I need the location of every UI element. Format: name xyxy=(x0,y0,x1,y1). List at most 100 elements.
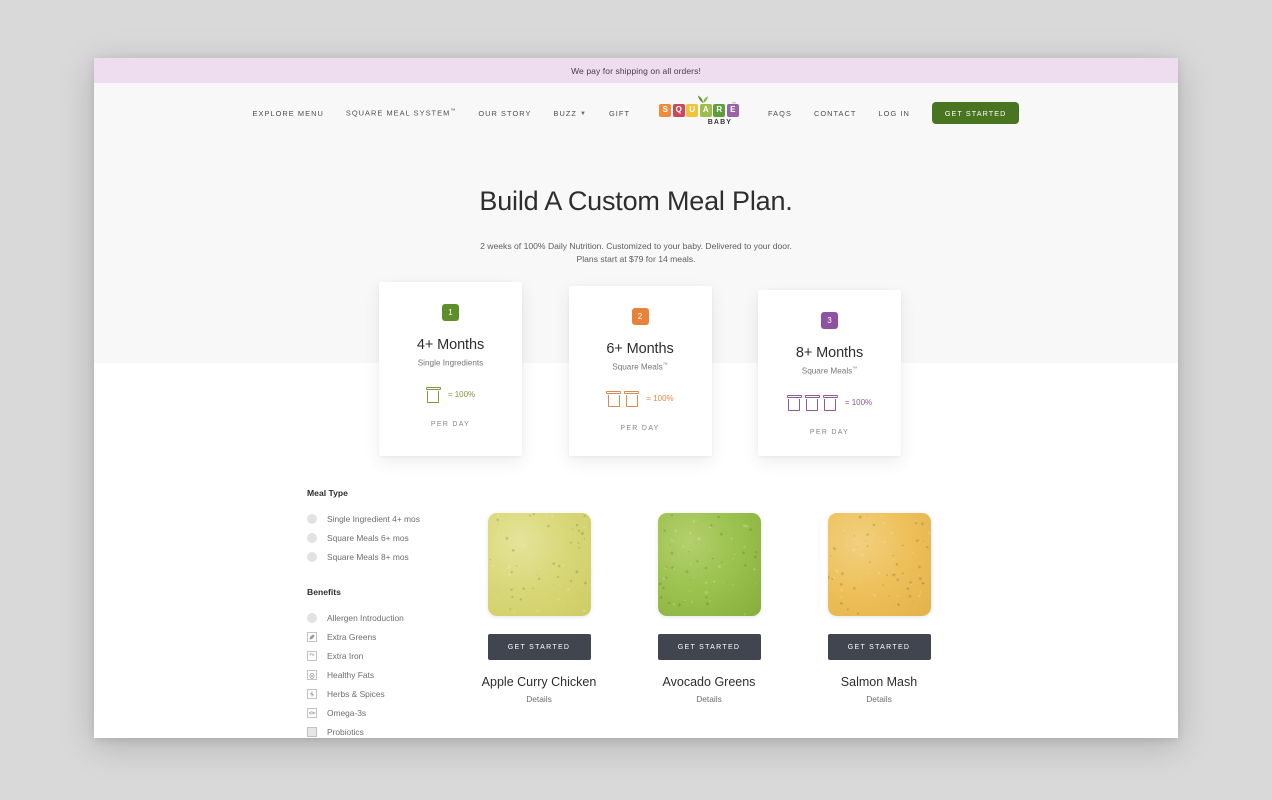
plan-card[interactable]: 2 6+ Months Square Meals™ = 100% PER DAY xyxy=(568,286,712,456)
filter-option-label: Herbs & Spices xyxy=(327,688,385,699)
nav-item-buzz[interactable]: BUZZ ▼ xyxy=(554,109,588,118)
product-get-started-button[interactable]: GET STARTED xyxy=(657,634,761,660)
hero-section: Build A Custom Meal Plan. 2 weeks of 100… xyxy=(94,143,1178,267)
nav-item-square-meal-system[interactable]: SQUARE MEAL SYSTEM™ xyxy=(346,108,457,117)
plan-card[interactable]: 1 4+ Months Single Ingredients = 100% PE… xyxy=(379,282,522,456)
filter-option-label: Square Meals 8+ mos xyxy=(327,551,409,562)
plan-subtitle: Single Ingredients xyxy=(389,358,512,368)
nav-item-label: EXPLORE MENU xyxy=(252,108,324,118)
filter-option-label: Extra Iron xyxy=(327,650,364,661)
logo-tile-q: Q xyxy=(672,104,685,117)
header-get-started-button[interactable]: GET STARTED xyxy=(931,102,1020,124)
meal-cup-icon xyxy=(822,394,838,411)
announcement-bar: We pay for shipping on all orders! xyxy=(94,58,1178,83)
sprout-icon xyxy=(698,95,709,103)
fish-icon[interactable] xyxy=(307,707,317,718)
product-image-apple-curry-chicken[interactable] xyxy=(487,513,591,616)
nav-item-label: SQUARE MEAL SYSTEM xyxy=(345,108,451,118)
plan-equals-label: = 100% xyxy=(844,398,873,408)
nav-item-contact[interactable]: CONTACT xyxy=(814,109,857,118)
meal-cup-icon xyxy=(606,390,622,407)
product-details-link[interactable]: Details xyxy=(526,694,552,704)
hero-subtitle-line-2: Plans start at $79 for 14 meals. xyxy=(576,254,696,265)
product-name: Apple Curry Chicken xyxy=(481,675,597,689)
plan-subtitle: Square Meals™ xyxy=(579,362,702,372)
filter-group-title: Meal Type xyxy=(307,488,348,498)
filter-option-label: Probiotics xyxy=(327,726,364,737)
product-image-salmon-mash[interactable] xyxy=(827,513,931,616)
filter-option-label: Square Meals 6+ mos xyxy=(327,532,409,543)
plan-cup-diagram: = 100% xyxy=(579,390,702,407)
hero-subtitle: 2 weeks of 100% Daily Nutrition. Customi… xyxy=(94,240,1178,267)
filter-option-label: Allergen Introduction xyxy=(327,612,404,623)
meal-cup-icon xyxy=(786,394,802,411)
filter-option-probiotics[interactable]: Probiotics xyxy=(307,722,497,738)
product-details-link[interactable]: Details xyxy=(866,694,892,704)
plan-equals-label: = 100% xyxy=(646,394,674,404)
product-get-started-button[interactable]: GET STARTED xyxy=(487,634,591,660)
product-image-texture xyxy=(827,513,931,616)
plan-per-day-label: PER DAY xyxy=(620,424,660,432)
product-card: GET STARTED Salmon Mash Details xyxy=(809,513,949,707)
logo-tile-u: U xyxy=(686,104,699,117)
chevron-down-icon: ▼ xyxy=(580,110,587,117)
radio-icon[interactable] xyxy=(307,513,317,524)
nav-item-explore-menu[interactable]: EXPLORE MENU xyxy=(253,109,324,118)
plan-title: 8+ Months xyxy=(795,345,864,361)
site-header: EXPLORE MENU SQUARE MEAL SYSTEM™ OUR STO… xyxy=(94,83,1178,143)
primary-navigation: EXPLORE MENU SQUARE MEAL SYSTEM™ OUR STO… xyxy=(253,108,631,117)
product-card: GET STARTED Avocado Greens Details xyxy=(639,513,779,707)
plan-equals-label: = 100% xyxy=(447,390,476,400)
product-image-avocado-greens[interactable] xyxy=(657,513,761,616)
meal-cup-icon xyxy=(624,390,640,407)
plan-per-day-label: PER DAY xyxy=(809,428,850,436)
site-logo[interactable]: S Q U A R E ™ BABY xyxy=(656,95,742,130)
plan-subtitle-text: Square Meals xyxy=(801,366,853,376)
radio-icon[interactable] xyxy=(307,551,317,562)
plan-badge: 1 xyxy=(442,304,459,321)
trademark-symbol: ™ xyxy=(450,108,457,115)
plan-subtitle-sup: ™ xyxy=(662,362,668,368)
plan-subtitle-text: Square Meals xyxy=(612,362,663,372)
herb-icon[interactable] xyxy=(307,688,317,699)
logo-letter-tiles: S Q U A R E xyxy=(659,104,739,117)
plan-subtitle-text: Single Ingredients xyxy=(417,358,484,368)
product-details-link[interactable]: Details xyxy=(696,694,722,704)
product-image-texture xyxy=(487,513,591,616)
probiotics-icon[interactable] xyxy=(307,726,317,737)
nav-item-label: OUR STORY xyxy=(478,108,532,118)
filter-option-label: Extra Greens xyxy=(327,631,377,642)
iron-icon[interactable]: Fe xyxy=(307,650,317,661)
page-title: Build A Custom Meal Plan. xyxy=(479,186,793,216)
nav-item-our-story[interactable]: OUR STORY xyxy=(478,109,531,118)
nav-item-log-in[interactable]: LOG IN xyxy=(878,109,909,118)
plan-badge: 3 xyxy=(821,312,838,329)
radio-icon[interactable] xyxy=(307,532,317,543)
announcement-text: We pay for shipping on all orders! xyxy=(571,65,701,76)
filter-option-label: Omega-3s xyxy=(327,707,367,718)
allergen-icon[interactable] xyxy=(307,612,317,623)
leaf-icon[interactable] xyxy=(307,631,317,642)
nav-item-gift[interactable]: GIFT xyxy=(609,109,630,118)
logo-wordmark: BABY xyxy=(707,119,733,126)
nav-item-label: GIFT xyxy=(609,108,631,118)
product-get-started-button[interactable]: GET STARTED xyxy=(827,634,931,660)
hero-subtitle-line-1: 2 weeks of 100% Daily Nutrition. Customi… xyxy=(480,241,792,251)
plan-card[interactable]: 3 8+ Months Square Meals™ = 100% PER DAY xyxy=(758,290,901,456)
logo-tile-s: S xyxy=(659,104,672,117)
product-card: GET STARTED Apple Curry Chicken Details xyxy=(469,513,609,707)
nav-item-label: BUZZ xyxy=(553,108,577,118)
meal-cup-icon xyxy=(425,386,441,403)
secondary-navigation: FAQS CONTACT LOG IN GET STARTED xyxy=(768,102,1020,124)
product-name: Avocado Greens xyxy=(662,675,756,689)
avocado-icon[interactable] xyxy=(307,669,317,680)
plan-per-day-label: PER DAY xyxy=(430,420,471,428)
plan-title: 4+ Months xyxy=(416,337,485,353)
product-grid: GET STARTED Apple Curry Chicken Details … xyxy=(469,513,949,707)
plan-subtitle: Square Meals™ xyxy=(768,366,891,376)
nav-item-faqs[interactable]: FAQS xyxy=(768,109,792,118)
product-name: Salmon Mash xyxy=(840,675,918,689)
plan-subtitle-sup: ™ xyxy=(852,366,858,372)
filter-option-label: Healthy Fats xyxy=(327,669,375,680)
plan-card-list: 1 4+ Months Single Ingredients = 100% PE… xyxy=(379,282,901,456)
